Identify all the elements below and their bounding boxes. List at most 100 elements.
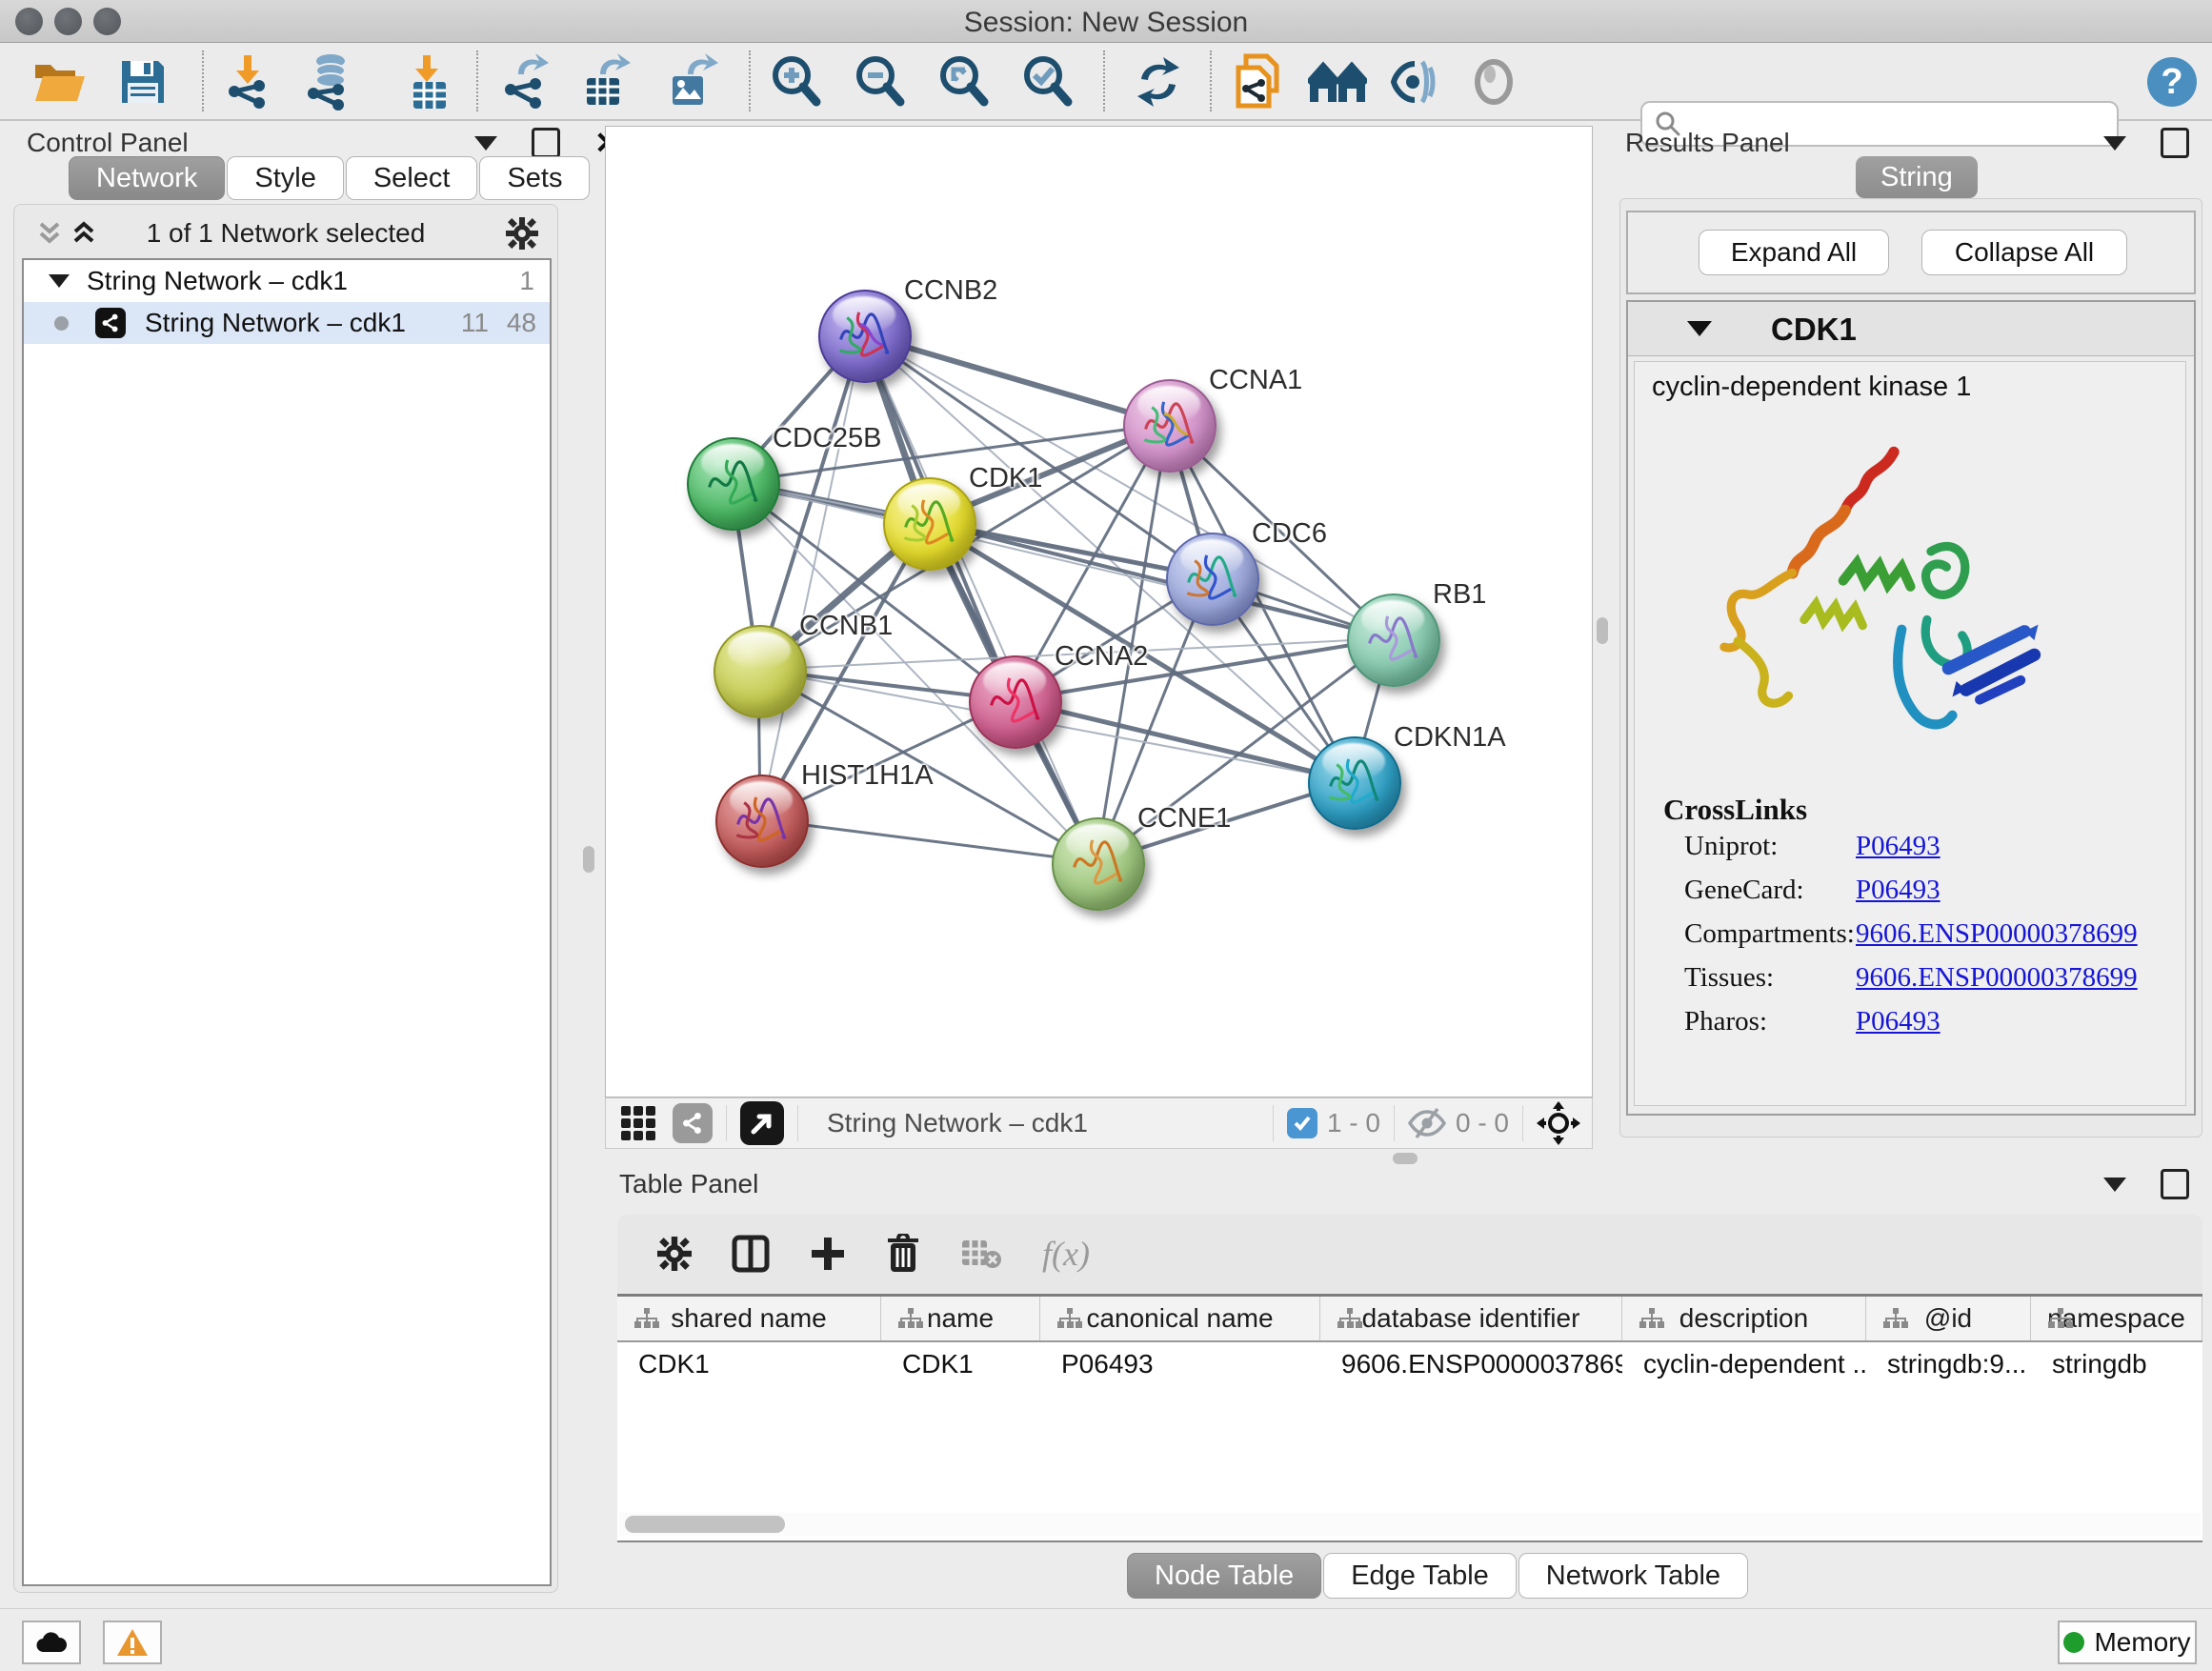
node-cdc6[interactable] bbox=[1166, 533, 1259, 626]
node-ccnb2[interactable] bbox=[818, 290, 912, 383]
network-options-gear-icon[interactable] bbox=[506, 217, 538, 250]
selected-checkbox-icon[interactable] bbox=[1287, 1108, 1317, 1138]
tab-node-table[interactable]: Node Table bbox=[1127, 1553, 1321, 1599]
control-panel-float-icon[interactable] bbox=[532, 128, 560, 158]
help-icon: ? bbox=[2145, 55, 2199, 109]
tree-expand-caret-icon[interactable] bbox=[49, 274, 70, 288]
left-splitter-handle[interactable] bbox=[583, 846, 594, 873]
node-ccne1[interactable] bbox=[1052, 817, 1145, 911]
add-column-icon[interactable] bbox=[810, 1236, 846, 1272]
birds-eye-view-button[interactable] bbox=[1463, 52, 1524, 111]
table-panel-float-icon[interactable] bbox=[2161, 1169, 2189, 1199]
node-cdkn1a[interactable] bbox=[1308, 736, 1401, 830]
network-canvas[interactable]: CCNB2CCNA1CDC25BCDK1CDC6RB1CCNB1CCNA2CDK… bbox=[605, 126, 1593, 1097]
edge-ccnb2-hist1h1a[interactable] bbox=[760, 334, 863, 819]
zoom-fit-button[interactable] bbox=[934, 52, 995, 111]
grid-view-icon[interactable] bbox=[619, 1104, 657, 1142]
table-options-gear-icon[interactable] bbox=[657, 1237, 692, 1271]
import-network-icon bbox=[221, 53, 274, 111]
node-ccna2[interactable] bbox=[969, 655, 1062, 749]
eye-slash-icon bbox=[1386, 56, 1441, 108]
crosslink-link[interactable]: P06493 bbox=[1856, 875, 1941, 906]
table-row[interactable]: CDK1CDK1P064939606.ENSP00000378699cyclin… bbox=[617, 1342, 2202, 1386]
crosslink-link[interactable]: P06493 bbox=[1856, 1006, 1941, 1037]
tab-style[interactable]: Style bbox=[227, 156, 343, 200]
node-ccnb1[interactable] bbox=[714, 625, 807, 718]
column-label: name bbox=[927, 1303, 994, 1334]
refresh-view-button[interactable] bbox=[1128, 52, 1189, 111]
tab-network[interactable]: Network bbox=[69, 156, 225, 200]
crosslink-link[interactable]: 9606.ENSP00000378699 bbox=[1856, 962, 2138, 994]
fit-content-crosshair-icon[interactable] bbox=[1537, 1101, 1580, 1145]
tab-network-table[interactable]: Network Table bbox=[1518, 1553, 1748, 1599]
help-button[interactable]: ? bbox=[2142, 52, 2202, 111]
column-header-canonical-name[interactable]: canonical name bbox=[1040, 1297, 1320, 1340]
open-session-button[interactable] bbox=[29, 52, 90, 111]
string-network-icon bbox=[95, 308, 126, 338]
node-label-cdkn1a: CDKN1A bbox=[1394, 722, 1506, 754]
control-panel-menu-icon[interactable] bbox=[474, 136, 497, 151]
export-image-button[interactable] bbox=[661, 52, 722, 111]
tab-select[interactable]: Select bbox=[346, 156, 478, 200]
import-table-file-button[interactable] bbox=[398, 52, 459, 111]
export-network-button[interactable] bbox=[493, 52, 554, 111]
network-collection-row[interactable]: String Network – cdk1 1 bbox=[24, 260, 550, 302]
node-rb1[interactable] bbox=[1347, 594, 1440, 687]
results-panel: Results Panel ✕ String Expand All Collap… bbox=[1619, 126, 2202, 1137]
export-table-button[interactable] bbox=[575, 52, 636, 111]
edge-hist1h1a-ccne1[interactable] bbox=[760, 819, 1096, 862]
node-cdk1[interactable] bbox=[883, 477, 976, 571]
save-icon bbox=[118, 57, 168, 107]
scrollbar-thumb[interactable] bbox=[625, 1516, 785, 1533]
crosslinks-title: CrossLinks bbox=[1663, 793, 1807, 827]
tab-edge-table[interactable]: Edge Table bbox=[1323, 1553, 1517, 1599]
edge-ccna2-cdkn1a[interactable] bbox=[1014, 700, 1353, 781]
node-hist1h1a[interactable] bbox=[715, 775, 809, 868]
import-network-database-button[interactable] bbox=[299, 52, 360, 111]
column-header-shared-name[interactable]: shared name bbox=[617, 1297, 881, 1340]
home-layout-button[interactable] bbox=[1307, 52, 1368, 111]
table-panel-title: Table Panel bbox=[619, 1169, 758, 1199]
save-session-button[interactable] bbox=[112, 52, 173, 111]
expand-all-button[interactable]: Expand All bbox=[1699, 230, 1889, 275]
zoom-in-button[interactable] bbox=[766, 52, 827, 111]
tab-string[interactable]: String bbox=[1856, 156, 1978, 198]
zoom-fit-icon bbox=[936, 54, 992, 110]
node-cdc25b[interactable] bbox=[687, 437, 780, 531]
show-columns-icon[interactable] bbox=[732, 1235, 770, 1273]
import-network-file-button[interactable] bbox=[217, 52, 278, 111]
crosslink-link[interactable]: P06493 bbox=[1856, 831, 1941, 862]
clone-network-button[interactable] bbox=[1227, 52, 1288, 111]
protein-structure-thumbnail bbox=[1168, 534, 1254, 620]
memory-button[interactable]: Memory bbox=[2058, 1621, 2197, 1664]
hide-graphics-details-button[interactable] bbox=[1383, 52, 1444, 111]
collapse-all-button[interactable]: Collapse All bbox=[1921, 230, 2127, 275]
delete-column-icon[interactable] bbox=[886, 1234, 920, 1274]
column-header-database-identifier[interactable]: database identifier bbox=[1320, 1297, 1622, 1340]
column-header--id[interactable]: @id bbox=[1866, 1297, 2031, 1340]
memory-status-dot-icon bbox=[2063, 1632, 2084, 1653]
detach-view-icon[interactable] bbox=[740, 1101, 784, 1145]
hidden-eye-icon[interactable] bbox=[1408, 1107, 1446, 1139]
zoom-out-button[interactable] bbox=[850, 52, 911, 111]
results-panel-float-icon[interactable] bbox=[2161, 128, 2189, 158]
table-panel-menu-icon[interactable] bbox=[2103, 1178, 2126, 1192]
table-toolbar: f(x) bbox=[617, 1215, 2202, 1293]
entry-collapse-caret-icon[interactable] bbox=[1687, 321, 1712, 336]
zoom-selected-button[interactable] bbox=[1017, 52, 1078, 111]
warnings-button[interactable] bbox=[103, 1621, 162, 1664]
network-row[interactable]: String Network – cdk1 11 48 bbox=[24, 302, 550, 344]
right-splitter-handle[interactable] bbox=[1597, 617, 1608, 644]
network-thumbnail-icon[interactable] bbox=[673, 1103, 713, 1143]
node-ccna1[interactable] bbox=[1123, 379, 1217, 473]
results-panel-menu-icon[interactable] bbox=[2103, 136, 2126, 151]
cloud-status-button[interactable] bbox=[22, 1621, 81, 1664]
bottom-splitter-handle[interactable] bbox=[1393, 1153, 1418, 1164]
tab-sets[interactable]: Sets bbox=[479, 156, 590, 200]
table-horizontal-scrollbar[interactable] bbox=[619, 1513, 2201, 1536]
column-header-description[interactable]: description bbox=[1622, 1297, 1866, 1340]
crosslink-link[interactable]: 9606.ENSP00000378699 bbox=[1856, 918, 2138, 950]
column-header-namespace[interactable]: namespace bbox=[2031, 1297, 2202, 1340]
column-header-name[interactable]: name bbox=[881, 1297, 1040, 1340]
protein-entry-header[interactable]: CDK1 bbox=[1628, 302, 2194, 356]
